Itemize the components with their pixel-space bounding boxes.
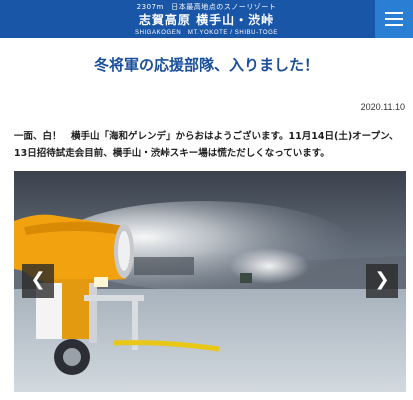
site-logo[interactable]: 2307m 日本最高地点のスノーリゾート 志賀高原 横手山・渋峠 SHIGAKO… [0,0,413,38]
chevron-left-icon: ❮ [30,269,46,290]
menu-button[interactable] [375,0,413,38]
article-date: 2020.11.10 [360,102,405,112]
chevron-right-icon: ❯ [374,269,390,290]
carousel-prev-button[interactable]: ❮ [22,264,54,298]
article-headline: 冬将軍の応援部隊、入りました！ [93,56,319,74]
site-header: 2307m 日本最高地点のスノーリゾート 志賀高原 横手山・渋峠 SHIGAKO… [0,0,413,38]
image-carousel[interactable]: ❮ ❯ [14,171,406,392]
site-title: 志賀高原 横手山・渋峠 [138,13,275,27]
site-title-english: SHIGAKOGEN MT.YOKOTE / SHIBU-TOGE [134,30,279,36]
carousel-next-button[interactable]: ❯ [366,264,398,298]
snow-gun-photo [14,171,406,392]
article-body: 一面、白！ 横手山「海和ゲレンデ」からおはようございます。11月14日(土)オー… [14,131,399,159]
